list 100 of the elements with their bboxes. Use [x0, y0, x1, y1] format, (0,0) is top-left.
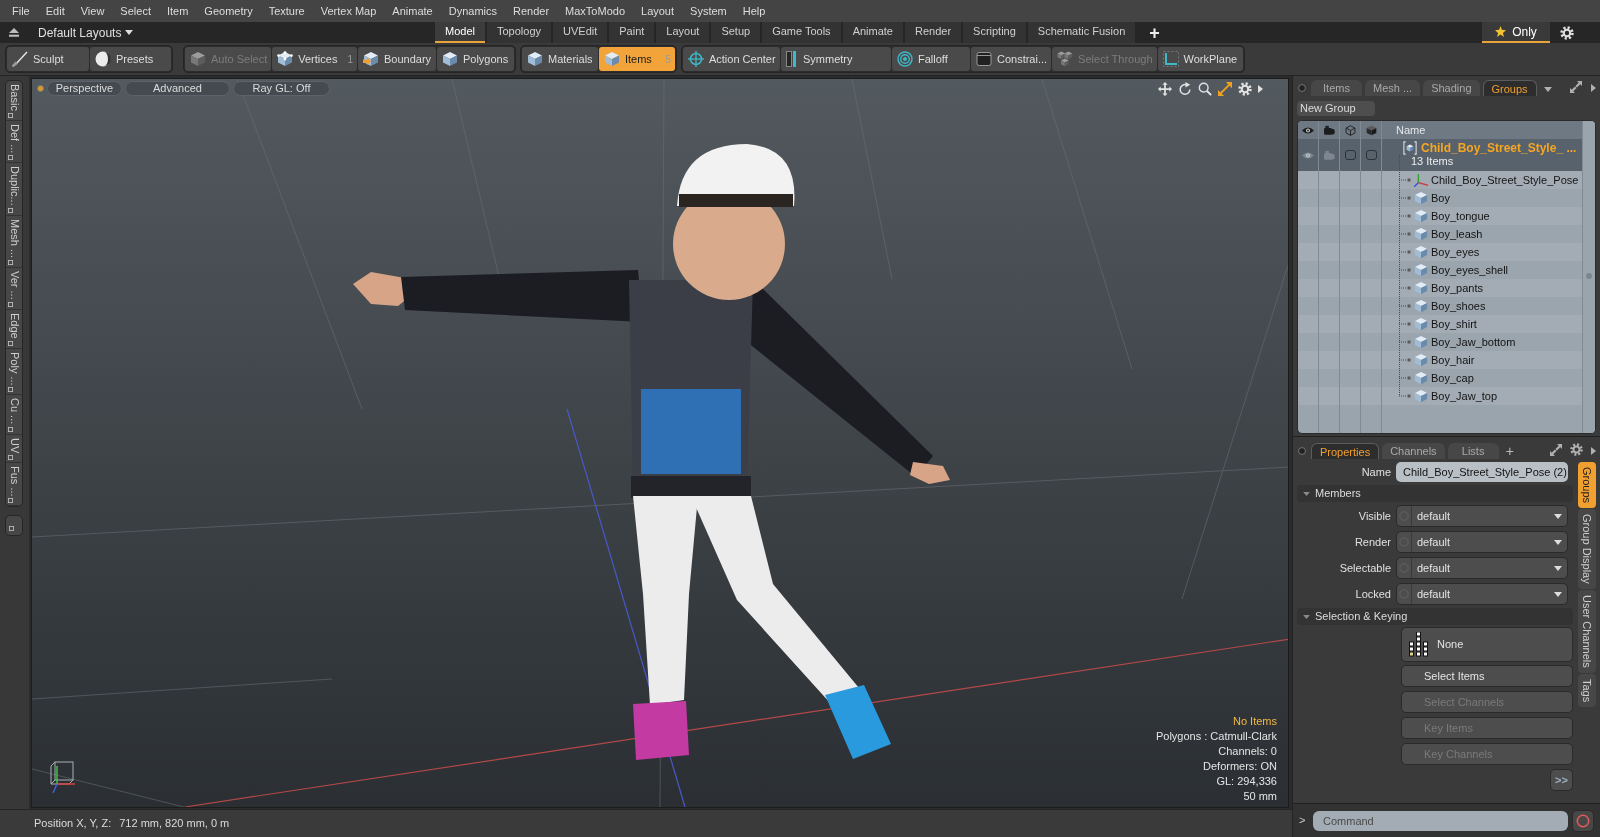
- item-name[interactable]: Boy_Jaw_bottom: [1431, 333, 1516, 351]
- dropdown[interactable]: default: [1396, 557, 1568, 579]
- tab-menu-button[interactable]: [1543, 87, 1552, 92]
- item-name[interactable]: Child_Boy_Street_Style_Pose: [1431, 171, 1579, 189]
- toolbar-button[interactable]: Symmetry: [780, 47, 891, 71]
- item-name[interactable]: Boy_Jaw_top: [1431, 387, 1498, 405]
- group-row[interactable]: Child_Boy_Street_Style_ ... 13 Items: [1298, 139, 1582, 171]
- tool-tab[interactable]: Poly ...: [6, 348, 22, 396]
- menu-item[interactable]: Render: [505, 2, 558, 20]
- item-name[interactable]: Boy_pants: [1431, 279, 1483, 297]
- toolbar-button[interactable]: Falloff: [891, 47, 970, 71]
- list-row[interactable]: Boy_eyes: [1298, 243, 1582, 261]
- menu-item[interactable]: Item: [158, 2, 197, 20]
- toolbar-button[interactable]: Constrai...: [970, 47, 1052, 71]
- menu-item[interactable]: File: [4, 2, 38, 20]
- item-name[interactable]: Boy: [1431, 189, 1450, 207]
- list-row[interactable]: Boy_tongue: [1298, 207, 1582, 225]
- collapsed-tab[interactable]: [5, 515, 23, 537]
- record-button[interactable]: [1572, 809, 1594, 832]
- 3d-viewport[interactable]: Perspective Advanced Ray GL: Off No Items Polygons : Catmull-Clark Channels: 0 Deformers: ON GL: 294,336 50 mm: [31, 78, 1289, 808]
- panel-tab[interactable]: Items: [1311, 80, 1362, 96]
- more-button[interactable]: >>: [1550, 769, 1573, 791]
- side-tab[interactable]: User Channels: [1578, 589, 1596, 673]
- list-row[interactable]: Boy_hair: [1298, 351, 1582, 369]
- menu-item[interactable]: Help: [734, 2, 774, 20]
- tool-tab[interactable]: Duplic...: [6, 163, 22, 216]
- toggle-box[interactable]: [1344, 150, 1356, 160]
- command-field[interactable]: Command: [1313, 810, 1568, 831]
- menu-item[interactable]: Texture: [260, 2, 313, 20]
- only-toggle[interactable]: Only: [1482, 22, 1550, 43]
- panel-tab[interactable]: Lists: [1447, 443, 1499, 459]
- list-row[interactable]: Child_Boy_Street_Style_Pose: [1298, 171, 1582, 189]
- side-tab[interactable]: Tags: [1578, 673, 1596, 707]
- view-option-button[interactable]: Ray GL: Off: [233, 81, 330, 96]
- menu-item[interactable]: Animate: [384, 2, 441, 20]
- item-name[interactable]: Boy_shoes: [1431, 297, 1486, 315]
- selection-mode-button[interactable]: None: [1401, 627, 1573, 662]
- panel-tab[interactable]: Channels: [1382, 443, 1445, 459]
- toolbar-button[interactable]: Vertices 1: [272, 47, 357, 71]
- action-button[interactable]: Select Items: [1401, 665, 1573, 687]
- panel-tab[interactable]: Groups: [1482, 80, 1537, 96]
- layout-tab[interactable]: Schematic Fusion: [1027, 22, 1136, 43]
- item-name[interactable]: Boy_cap: [1431, 369, 1474, 387]
- list-row[interactable]: Boy_Jaw_top: [1298, 387, 1582, 405]
- side-tab[interactable]: Group Display: [1578, 509, 1596, 589]
- panel-tab[interactable]: Shading: [1423, 80, 1480, 96]
- dropdown[interactable]: default: [1396, 505, 1568, 527]
- menu-item[interactable]: View: [72, 2, 113, 20]
- menu-item[interactable]: Geometry: [196, 2, 261, 20]
- item-name[interactable]: Boy_leash: [1431, 225, 1483, 243]
- section-header[interactable]: Selection & Keying: [1297, 608, 1573, 625]
- side-tab[interactable]: Groups: [1578, 462, 1596, 509]
- menu-item[interactable]: Layout: [633, 2, 683, 20]
- tool-tab[interactable]: Def ...: [6, 120, 22, 164]
- menu-item[interactable]: Dynamics: [440, 2, 505, 20]
- panel-tab[interactable]: Mesh ...: [1365, 80, 1421, 96]
- layout-tab[interactable]: Topology: [486, 22, 551, 43]
- item-name[interactable]: Boy_eyes: [1431, 243, 1480, 261]
- tool-tab[interactable]: Fus ...: [6, 462, 22, 507]
- tool-tab[interactable]: UV: [6, 434, 22, 463]
- toolbar-button[interactable]: Boundary: [357, 47, 436, 71]
- menu-item[interactable]: Select: [112, 2, 159, 20]
- toggle-box[interactable]: [1365, 150, 1377, 160]
- menu-item[interactable]: System: [682, 2, 735, 20]
- layout-tab[interactable]: Render: [905, 22, 962, 43]
- layout-dropdown[interactable]: Default Layouts: [38, 23, 134, 42]
- layout-tab[interactable]: Setup: [711, 22, 761, 43]
- layout-tab[interactable]: Paint: [609, 22, 655, 43]
- layout-tab[interactable]: Layout: [656, 22, 710, 43]
- layout-tab[interactable]: Model: [435, 22, 485, 43]
- view-option-button[interactable]: Advanced: [125, 81, 230, 96]
- toolbar-button[interactable]: WorkPlane: [1157, 47, 1243, 71]
- list-row[interactable]: Boy_pants: [1298, 279, 1582, 297]
- list-row[interactable]: Boy_shirt: [1298, 315, 1582, 333]
- tool-tab[interactable]: Ver ...: [6, 268, 22, 310]
- toolbar-button[interactable]: Polygons: [436, 47, 514, 71]
- tool-tab[interactable]: Edge: [6, 309, 22, 349]
- dropdown[interactable]: default: [1396, 531, 1568, 553]
- layout-tab[interactable]: UVEdit: [553, 22, 608, 43]
- menu-item[interactable]: Vertex Map: [312, 2, 385, 20]
- new-group-button[interactable]: New Group: [1297, 101, 1375, 116]
- tool-tab[interactable]: Cu ...: [6, 395, 22, 435]
- add-tab-button[interactable]: +: [1505, 444, 1514, 458]
- item-name[interactable]: Boy_hair: [1431, 351, 1475, 369]
- add-tab-button[interactable]: +: [1145, 22, 1164, 43]
- toolbar-button[interactable]: Items 5: [598, 47, 675, 71]
- tool-tab[interactable]: Mesh ...: [6, 216, 22, 269]
- menu-item[interactable]: MaxToModo: [557, 2, 633, 20]
- layout-tab[interactable]: Game Tools: [762, 22, 841, 43]
- panel-tab[interactable]: Properties: [1311, 443, 1380, 459]
- tool-tab[interactable]: Basic: [6, 81, 22, 121]
- dropdown[interactable]: default: [1396, 583, 1568, 605]
- name-field[interactable]: Child_Boy_Street_Style_Pose (2): [1396, 462, 1568, 482]
- layout-tab[interactable]: Scripting: [963, 22, 1026, 43]
- toolbar-button[interactable]: Materials: [521, 47, 598, 71]
- toolbar-button[interactable]: Presets: [90, 47, 171, 71]
- scroll-thumb[interactable]: [1586, 273, 1592, 279]
- toolbar-button[interactable]: Sculpt: [7, 47, 89, 71]
- layout-tab[interactable]: Animate: [842, 22, 903, 43]
- item-name[interactable]: Boy_tongue: [1431, 207, 1490, 225]
